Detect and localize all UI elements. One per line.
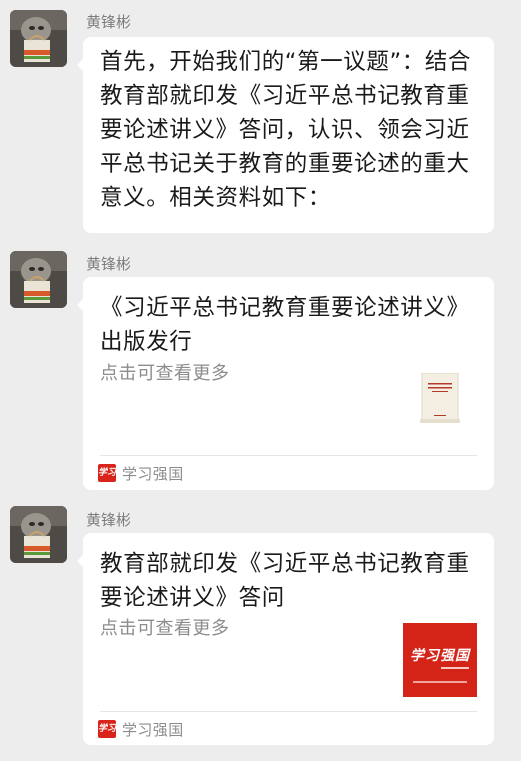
xuexi-qiangguo-logo-icon: 学习强国 bbox=[403, 623, 477, 697]
avatar[interactable] bbox=[10, 10, 67, 67]
xuexi-source-logo-icon: 学习 bbox=[98, 464, 116, 482]
card-title: 教育部就印发《习近平总书记教育重要论述讲义》答问 bbox=[100, 551, 470, 611]
bubble-tail bbox=[77, 59, 83, 71]
avatar-image bbox=[10, 251, 67, 308]
xuexi-source-logo-icon: 学习 bbox=[98, 720, 116, 738]
book-cover-icon bbox=[420, 373, 460, 423]
logo-subtext-bar bbox=[413, 681, 467, 683]
source-name: 学习强国 bbox=[122, 720, 184, 739]
bubble-tail bbox=[77, 299, 83, 311]
link-card[interactable]: 《习近平总书记教育重要论述讲义》出版发行 点击可查看更多 学习 学习强国 bbox=[77, 277, 494, 490]
link-card[interactable]: 教育部就印发《习近平总书记教育重要论述讲义》答问 点击可查看更多 学习强国 学习… bbox=[77, 533, 494, 745]
message-text: 首先，开始我们的“第一议题”：结合教育部就印发《习近平总书记教育重要论述讲义》答… bbox=[100, 49, 472, 211]
avatar[interactable] bbox=[10, 251, 67, 308]
logo-underline bbox=[441, 667, 469, 669]
sender-name: 黄锋彬 bbox=[86, 511, 132, 529]
card-source: 学习 学习强国 bbox=[98, 719, 184, 739]
card-divider bbox=[100, 455, 477, 456]
avatar[interactable] bbox=[10, 506, 67, 563]
sender-name: 黄锋彬 bbox=[86, 255, 132, 273]
card-description: 点击可查看更多 bbox=[100, 618, 230, 639]
avatar-image bbox=[10, 506, 67, 563]
source-name: 学习强国 bbox=[122, 464, 184, 483]
card-source: 学习 学习强国 bbox=[98, 463, 184, 483]
bubble-tail bbox=[77, 555, 83, 567]
card-divider bbox=[100, 711, 477, 712]
sender-name: 黄锋彬 bbox=[86, 13, 132, 31]
logo-thumb-text: 学习强国 bbox=[410, 648, 470, 664]
avatar-image bbox=[10, 10, 67, 67]
text-message-bubble[interactable]: 首先，开始我们的“第一议题”：结合教育部就印发《习近平总书记教育重要论述讲义》答… bbox=[77, 37, 494, 233]
card-description: 点击可查看更多 bbox=[100, 363, 230, 384]
card-title: 《习近平总书记教育重要论述讲义》出版发行 bbox=[100, 295, 470, 355]
